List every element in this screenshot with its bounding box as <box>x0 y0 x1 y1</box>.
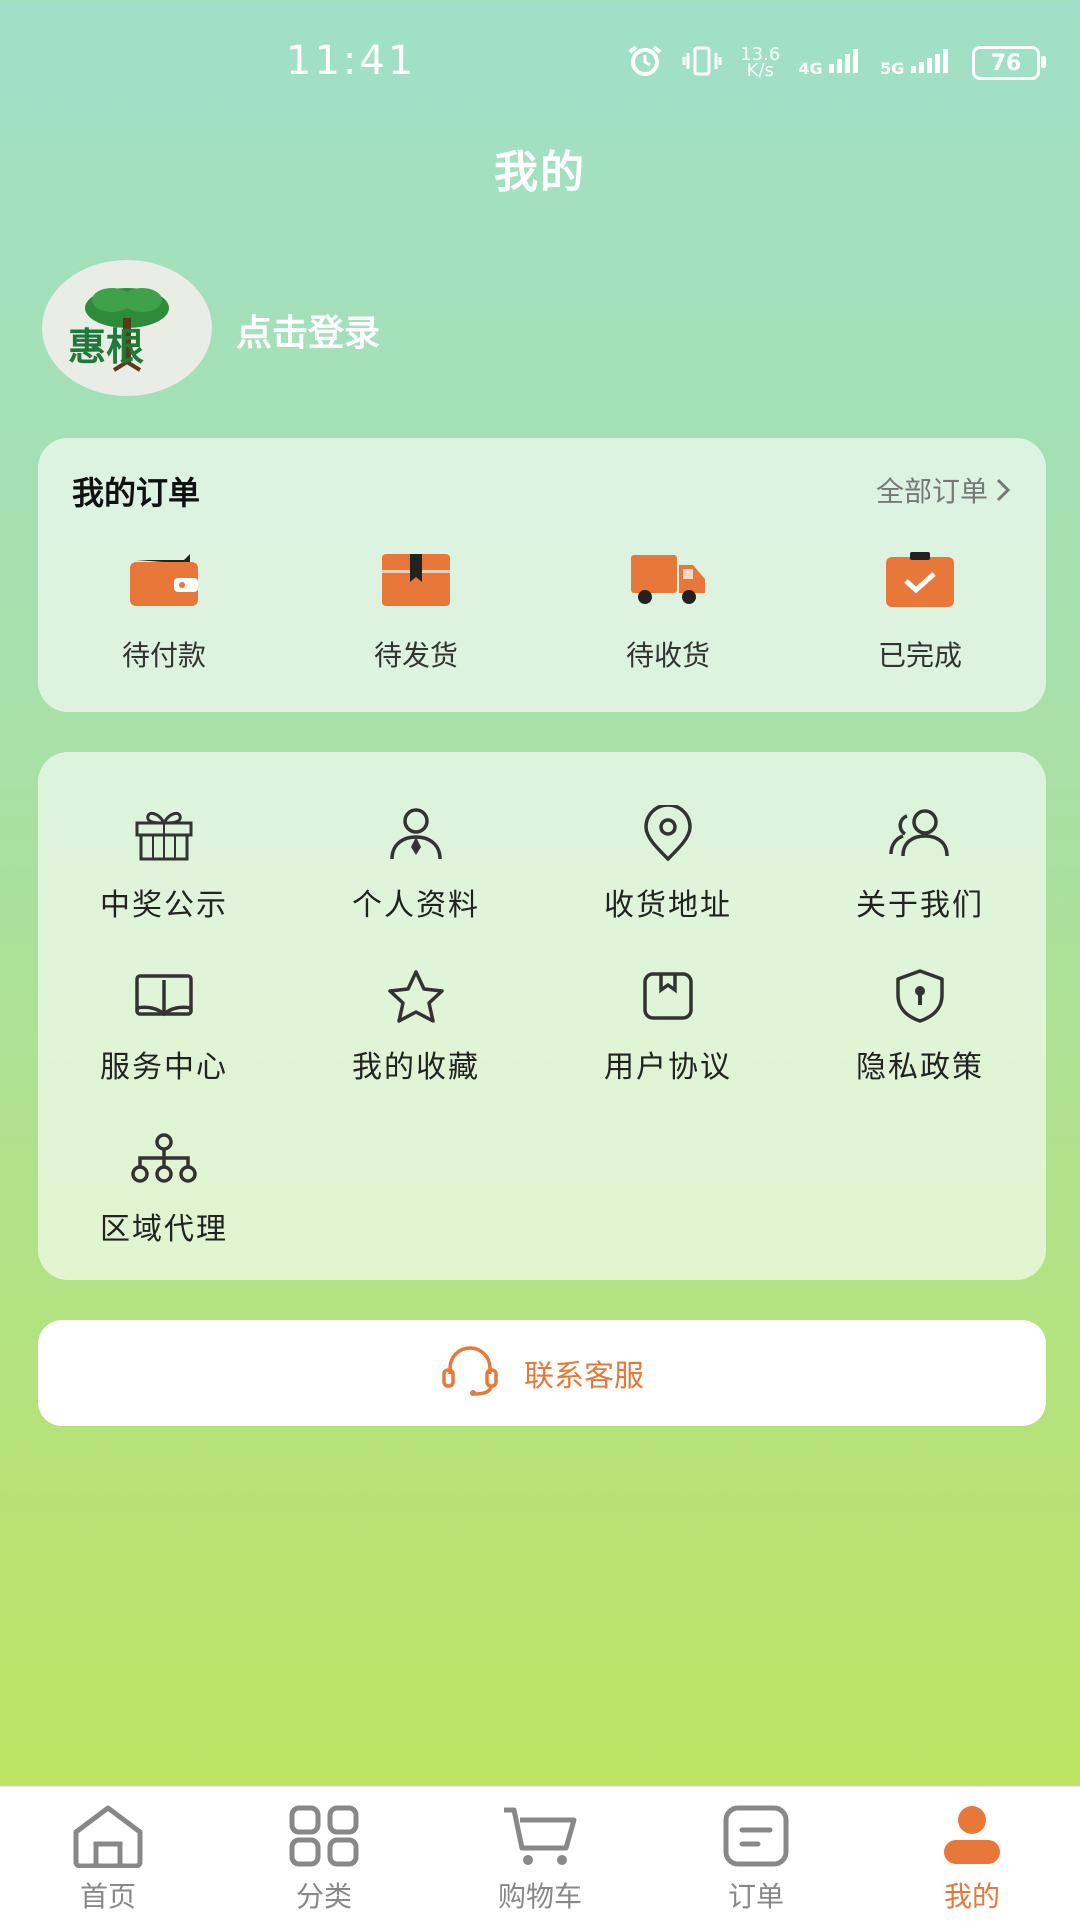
svg-text:惠根: 惠根 <box>68 325 144 369</box>
group-icon <box>887 804 953 864</box>
truck-icon <box>629 548 707 612</box>
order-pending-shipment[interactable]: 待发货 <box>290 548 542 674</box>
services-card: 中奖公示 个人资料 收货地址 关于我们 服务中心 我的收藏 用户协议 隐私政策 … <box>38 752 1046 1280</box>
service-personal-info[interactable]: 个人资料 <box>290 804 542 966</box>
contact-service-button[interactable]: 联系客服 <box>38 1320 1046 1426</box>
clipboard-check-icon <box>884 548 956 612</box>
gift-icon <box>133 804 195 864</box>
order-icon <box>722 1801 790 1871</box>
chevron-right-icon <box>996 478 1011 502</box>
user-icon <box>940 1801 1004 1871</box>
service-shipping-address[interactable]: 收货地址 <box>542 804 794 966</box>
agreement-icon <box>641 966 695 1026</box>
network-4g: 4G <box>798 48 862 78</box>
user-profile-icon <box>386 804 446 864</box>
network-5g: 5G <box>880 48 954 78</box>
status-time: 11:41 <box>286 38 417 84</box>
service-user-agreement[interactable]: 用户协议 <box>542 966 794 1128</box>
status-bar: 11:41 13.6 K/s 4G 5G 76 <box>0 0 1080 120</box>
all-orders-link[interactable]: 全部订单 <box>876 470 1012 510</box>
logo-icon: 惠根 <box>68 288 169 372</box>
wallet-icon <box>128 548 200 612</box>
cart-icon <box>500 1801 580 1871</box>
battery-icon: 76 <box>972 46 1046 80</box>
page-title: 我的 <box>494 147 586 198</box>
tab-home[interactable]: 首页 <box>0 1787 216 1921</box>
book-icon <box>133 966 195 1026</box>
home-icon <box>70 1801 146 1871</box>
tab-orders[interactable]: 订单 <box>648 1787 864 1921</box>
service-about-us[interactable]: 关于我们 <box>794 804 1046 966</box>
grid-icon <box>288 1801 360 1871</box>
order-pending-receipt[interactable]: 待收货 <box>542 548 794 674</box>
star-icon <box>385 966 447 1026</box>
service-center[interactable]: 服务中心 <box>38 966 290 1128</box>
package-icon <box>380 548 452 612</box>
login-link[interactable]: 点击登录 <box>236 304 380 356</box>
tab-mine[interactable]: 我的 <box>864 1787 1080 1921</box>
tab-cart[interactable]: 购物车 <box>432 1787 648 1921</box>
network-speed: 13.6 K/s <box>740 44 781 81</box>
orders-title: 我的订单 <box>72 474 201 512</box>
service-regional-agent[interactable]: 区域代理 <box>38 1128 290 1290</box>
order-pending-payment[interactable]: 待付款 <box>38 548 290 674</box>
location-pin-icon <box>640 804 696 864</box>
orders-card: 我的订单 全部订单 待付款 待发货 待收货 已完成 <box>38 438 1046 712</box>
shield-lock-icon <box>892 966 948 1026</box>
avatar[interactable]: 惠根 <box>42 260 212 396</box>
status-icons: 13.6 K/s 4G 5G 76 <box>626 44 1046 82</box>
service-privacy-policy[interactable]: 隐私政策 <box>794 966 1046 1128</box>
service-prize-announcement[interactable]: 中奖公示 <box>38 804 290 966</box>
alarm-icon <box>626 44 664 82</box>
tab-bar: 首页 分类 购物车 订单 我的 <box>0 1786 1080 1921</box>
network-icon <box>131 1128 197 1188</box>
service-my-favorites[interactable]: 我的收藏 <box>290 966 542 1128</box>
tab-category[interactable]: 分类 <box>216 1787 432 1921</box>
vibrate-icon <box>682 45 722 81</box>
headset-icon <box>440 1346 500 1400</box>
order-completed[interactable]: 已完成 <box>794 548 1046 674</box>
